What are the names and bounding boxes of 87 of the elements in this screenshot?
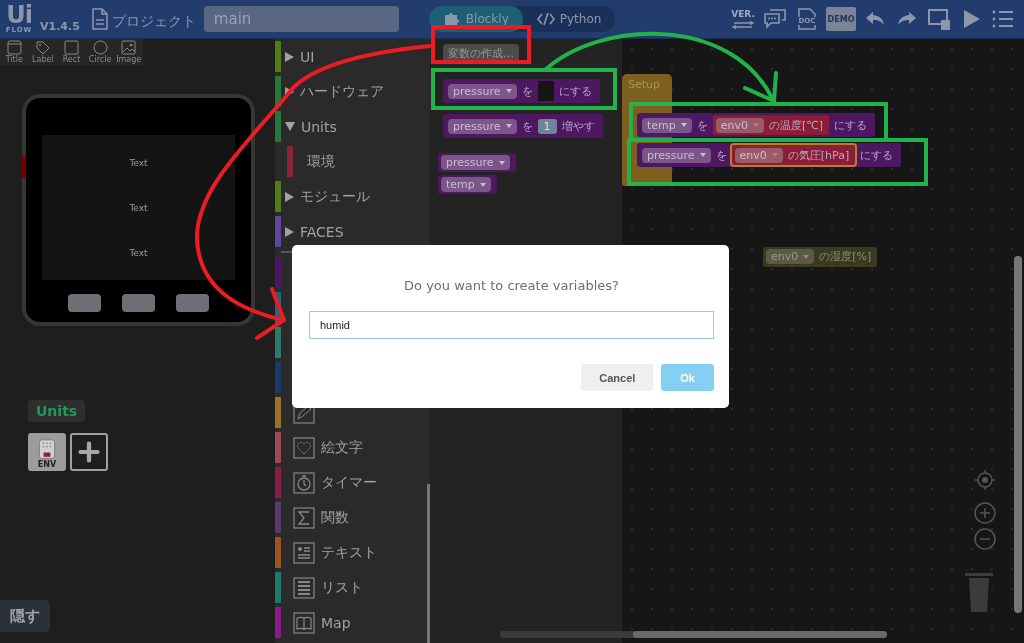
block-label: を xyxy=(521,83,533,99)
clock-icon[interactable] xyxy=(293,471,315,494)
block-label: を xyxy=(696,117,708,133)
block-label: を xyxy=(521,118,533,134)
variable-block[interactable]: pressure を 1 増やす xyxy=(443,114,603,138)
scrollbar[interactable] xyxy=(500,631,887,638)
book-icon[interactable] xyxy=(293,611,315,634)
category-item[interactable]: テキスト xyxy=(321,543,377,562)
unit-tile[interactable]: ENV xyxy=(28,433,66,471)
variable-dropdown[interactable]: temp xyxy=(642,117,692,133)
category-item[interactable]: ハードウェア xyxy=(285,82,384,101)
variable-dropdown[interactable]: pressure xyxy=(642,147,711,163)
category-item[interactable]: モジュール xyxy=(285,187,370,206)
variable-dropdown[interactable]: temp xyxy=(441,177,491,192)
tag-icon[interactable] xyxy=(35,40,51,55)
code-icon xyxy=(536,11,555,27)
dialog-message: Do you want to create variables? xyxy=(404,278,619,293)
category-item[interactable]: リスト xyxy=(321,578,363,597)
block-label: の湿度[%] xyxy=(819,249,872,264)
scrollbar[interactable] xyxy=(427,484,430,643)
category-item[interactable]: Map xyxy=(321,614,351,631)
title-widget-icon[interactable] xyxy=(6,40,22,55)
puzzle-icon xyxy=(442,11,461,27)
block-label: にする xyxy=(558,83,592,99)
monitor-icon[interactable] xyxy=(927,7,951,31)
category-item[interactable]: 環境 xyxy=(307,152,335,171)
project-label[interactable]: プロジェクト xyxy=(111,13,196,31)
category-item[interactable]: Units xyxy=(285,118,337,135)
logo-text: Ui xyxy=(6,4,32,26)
variable-block[interactable]: temp を env0 の温度[℃] にする xyxy=(637,113,875,137)
block-label: にする xyxy=(860,147,894,163)
document-icon[interactable] xyxy=(91,8,108,30)
variable-name-field[interactable]: humid xyxy=(309,311,714,339)
category-item[interactable]: 絵文字 xyxy=(321,438,363,457)
sensor-block[interactable]: env0 の気圧[hPa] xyxy=(731,145,856,165)
zoom-in-icon[interactable] xyxy=(974,502,996,524)
chat-icon[interactable] xyxy=(763,7,787,31)
block-label: にする xyxy=(833,117,867,133)
variable-block[interactable]: pressure を にする xyxy=(443,79,600,103)
list-icon[interactable] xyxy=(293,576,315,599)
variable-dropdown[interactable]: pressure xyxy=(441,155,510,170)
document-icon xyxy=(795,7,819,31)
circle-icon[interactable] xyxy=(92,40,108,55)
category-item[interactable]: UI xyxy=(285,48,315,65)
plus-icon xyxy=(78,439,100,465)
palette-label[interactable]: Label xyxy=(32,55,54,64)
variable-dropdown[interactable]: pressure xyxy=(448,118,517,134)
recenter-icon[interactable] xyxy=(974,469,996,491)
screen-label[interactable]: Text xyxy=(129,157,148,168)
sensor-block[interactable]: env0 の温度[℃] xyxy=(712,115,829,135)
add-unit-button[interactable] xyxy=(70,433,108,471)
category-item[interactable]: 関数 xyxy=(321,508,349,527)
image-icon[interactable] xyxy=(121,40,137,55)
text-card-icon[interactable] xyxy=(293,541,315,564)
block-label: を xyxy=(715,147,727,163)
sigma-icon[interactable] xyxy=(293,506,315,529)
block-label: 増やす xyxy=(561,118,595,134)
variable-dropdown[interactable]: pressure xyxy=(448,83,517,99)
demo-button[interactable]: DEMO xyxy=(826,7,856,31)
mode-tab[interactable]: Python xyxy=(522,6,616,32)
hide-button[interactable]: 隠す xyxy=(0,600,50,632)
palette-label[interactable]: Rect xyxy=(62,55,81,64)
screen-label[interactable]: Text xyxy=(129,202,148,213)
palette-label[interactable]: Circle xyxy=(88,55,112,64)
variable-dropdown[interactable]: env0 xyxy=(734,147,783,163)
rectangle-icon[interactable] xyxy=(64,40,79,55)
palette-label[interactable]: Title xyxy=(5,55,23,64)
number-input[interactable]: 1 xyxy=(537,118,557,134)
units-heading: Units xyxy=(28,400,86,422)
screen-label[interactable]: Text xyxy=(129,247,148,258)
category-item[interactable]: タイマー xyxy=(321,473,377,492)
arrows-icon xyxy=(731,21,755,29)
palette-label[interactable]: Image xyxy=(116,55,142,64)
variable-block[interactable]: pressure を env0 の気圧[hPa] にする xyxy=(637,143,902,167)
variable-getter-block[interactable]: pressure xyxy=(438,153,516,172)
cancel-button[interactable]: Cancel xyxy=(581,364,654,391)
zoom-out-icon[interactable] xyxy=(974,528,996,550)
version-text: V1.4.5 xyxy=(40,19,80,33)
version-button[interactable]: VER. xyxy=(730,6,756,32)
block-label: の気圧[hPa] xyxy=(787,147,850,163)
block-label: の温度[℃] xyxy=(769,117,823,133)
empty-input-slot xyxy=(537,81,554,101)
category-item[interactable]: FACES xyxy=(285,223,344,240)
scrollbar[interactable] xyxy=(1014,256,1022,613)
variable-getter-block[interactable]: temp xyxy=(438,175,497,194)
variable-dropdown[interactable]: env0 xyxy=(715,117,765,133)
sensor-unit-icon xyxy=(36,439,58,461)
